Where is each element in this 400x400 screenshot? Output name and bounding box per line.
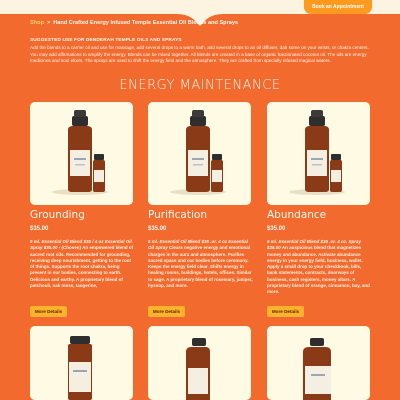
product-body-text: Clears negative energy and emotional cha… xyxy=(148,245,253,289)
breadcrumb: Shop > Hand Crafted Energy Infused Temple … xyxy=(30,20,238,26)
product-name[interactable]: Abundance xyxy=(267,209,326,221)
section-title: ENERGY MAINTENANCE xyxy=(119,78,281,93)
product-body-text: (Chosen) An empowered blend of sacred ro… xyxy=(30,245,134,289)
product-card[interactable] xyxy=(148,326,251,400)
product-body-text: An auspicious blend that magnetizes mone… xyxy=(267,245,370,295)
product-description: 5 ml. Essential Oil Blend $35 .or. 4 oz … xyxy=(148,239,254,289)
intro-text: Add the blends to a carrier oil and use … xyxy=(30,45,369,63)
breadcrumb-separator: > xyxy=(46,20,51,26)
product-card[interactable] xyxy=(30,326,133,400)
breadcrumb-shop-link[interactable]: Shop xyxy=(30,20,44,26)
book-appointment-button[interactable]: Book an Appointment xyxy=(304,0,372,14)
intro-title: SUGGESTED USE FOR DENDERAH TEMPLE OILS A… xyxy=(30,38,182,43)
product-price: $35.00 xyxy=(148,226,167,232)
more-details-button[interactable]: More Details xyxy=(267,306,304,317)
product-image xyxy=(30,102,133,205)
product-image xyxy=(267,102,370,205)
product-card-purification[interactable] xyxy=(148,102,251,205)
product-card-abundance[interactable] xyxy=(267,102,370,205)
product-description: 5 ml. Essential Oil Blend $35 .or. 4 oz.… xyxy=(267,239,373,296)
product-image xyxy=(267,326,370,400)
product-name[interactable]: Grounding xyxy=(30,209,85,221)
product-card[interactable] xyxy=(267,326,370,400)
product-description: 5 ml. Essential Oil Blend $35 / 4 oz Ess… xyxy=(30,239,136,289)
breadcrumb-current: Hand Crafted Energy Infused Temple Essen… xyxy=(53,20,239,26)
more-details-button[interactable]: More Details xyxy=(30,306,67,317)
product-price: $35.00 xyxy=(30,226,49,232)
product-name[interactable]: Purification xyxy=(148,209,207,221)
product-card-grounding[interactable] xyxy=(30,102,133,205)
product-price: $35.00 xyxy=(267,226,286,232)
product-image xyxy=(30,326,133,400)
more-details-button[interactable]: More Details xyxy=(148,306,185,317)
product-image xyxy=(148,102,251,205)
product-image xyxy=(148,326,251,400)
